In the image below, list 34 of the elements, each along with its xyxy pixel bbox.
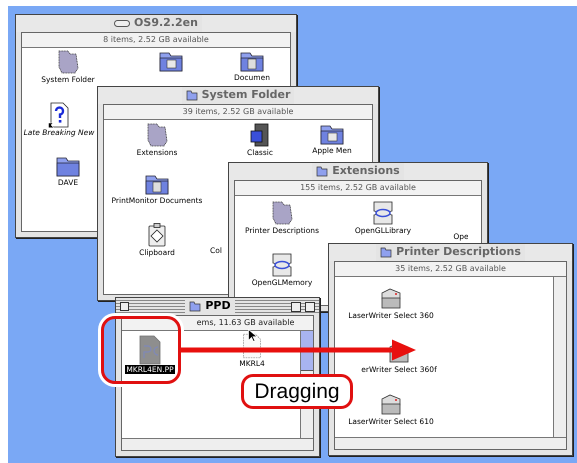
drive-icon bbox=[114, 20, 130, 27]
patterned-folder-icon bbox=[56, 49, 80, 75]
folder-icon bbox=[380, 247, 392, 258]
status-text: 35 items, 2.52 GB available bbox=[395, 263, 506, 275]
horizontal-scrollbar[interactable] bbox=[122, 438, 313, 450]
zoom-box[interactable] bbox=[291, 302, 301, 312]
status-text: 155 items, 2.52 GB available bbox=[300, 182, 416, 194]
vertical-scrollbar[interactable] bbox=[553, 277, 566, 437]
window-title: PPD bbox=[205, 298, 231, 314]
folder-icon bbox=[186, 90, 198, 101]
document-icon bbox=[137, 335, 163, 365]
title-bar[interactable]: Printer Descriptions bbox=[329, 244, 572, 261]
mouse-pointer-icon bbox=[248, 329, 257, 342]
window-title: System Folder bbox=[202, 87, 290, 104]
window-title: Extensions bbox=[332, 163, 400, 180]
close-box[interactable] bbox=[120, 302, 129, 311]
clipboard-icon bbox=[146, 222, 168, 248]
status-text: ems, 11.63 GB available bbox=[196, 317, 294, 329]
folder-icon bbox=[316, 166, 328, 177]
title-bar[interactable]: OS9.2.2en bbox=[16, 15, 296, 32]
window-title: OS9.2.2en bbox=[134, 15, 198, 32]
callout-text: Dragging bbox=[254, 381, 340, 402]
collapse-box[interactable] bbox=[305, 302, 315, 312]
status-text: 8 items, 2.52 GB available bbox=[103, 34, 209, 46]
window-title: Printer Descriptions bbox=[396, 244, 521, 260]
patterned-folder-icon bbox=[270, 200, 294, 226]
patterned-folder-icon bbox=[145, 122, 169, 148]
horizontal-scrollbar[interactable] bbox=[335, 437, 566, 449]
alias-arrow-icon bbox=[48, 122, 54, 128]
title-bar[interactable]: System Folder bbox=[98, 87, 378, 104]
question-document-icon bbox=[48, 102, 70, 128]
title-bar[interactable]: Extensions bbox=[229, 163, 487, 180]
status-text: 39 items, 2.52 GB available bbox=[182, 106, 294, 118]
title-bar[interactable]: PPD bbox=[116, 298, 319, 315]
